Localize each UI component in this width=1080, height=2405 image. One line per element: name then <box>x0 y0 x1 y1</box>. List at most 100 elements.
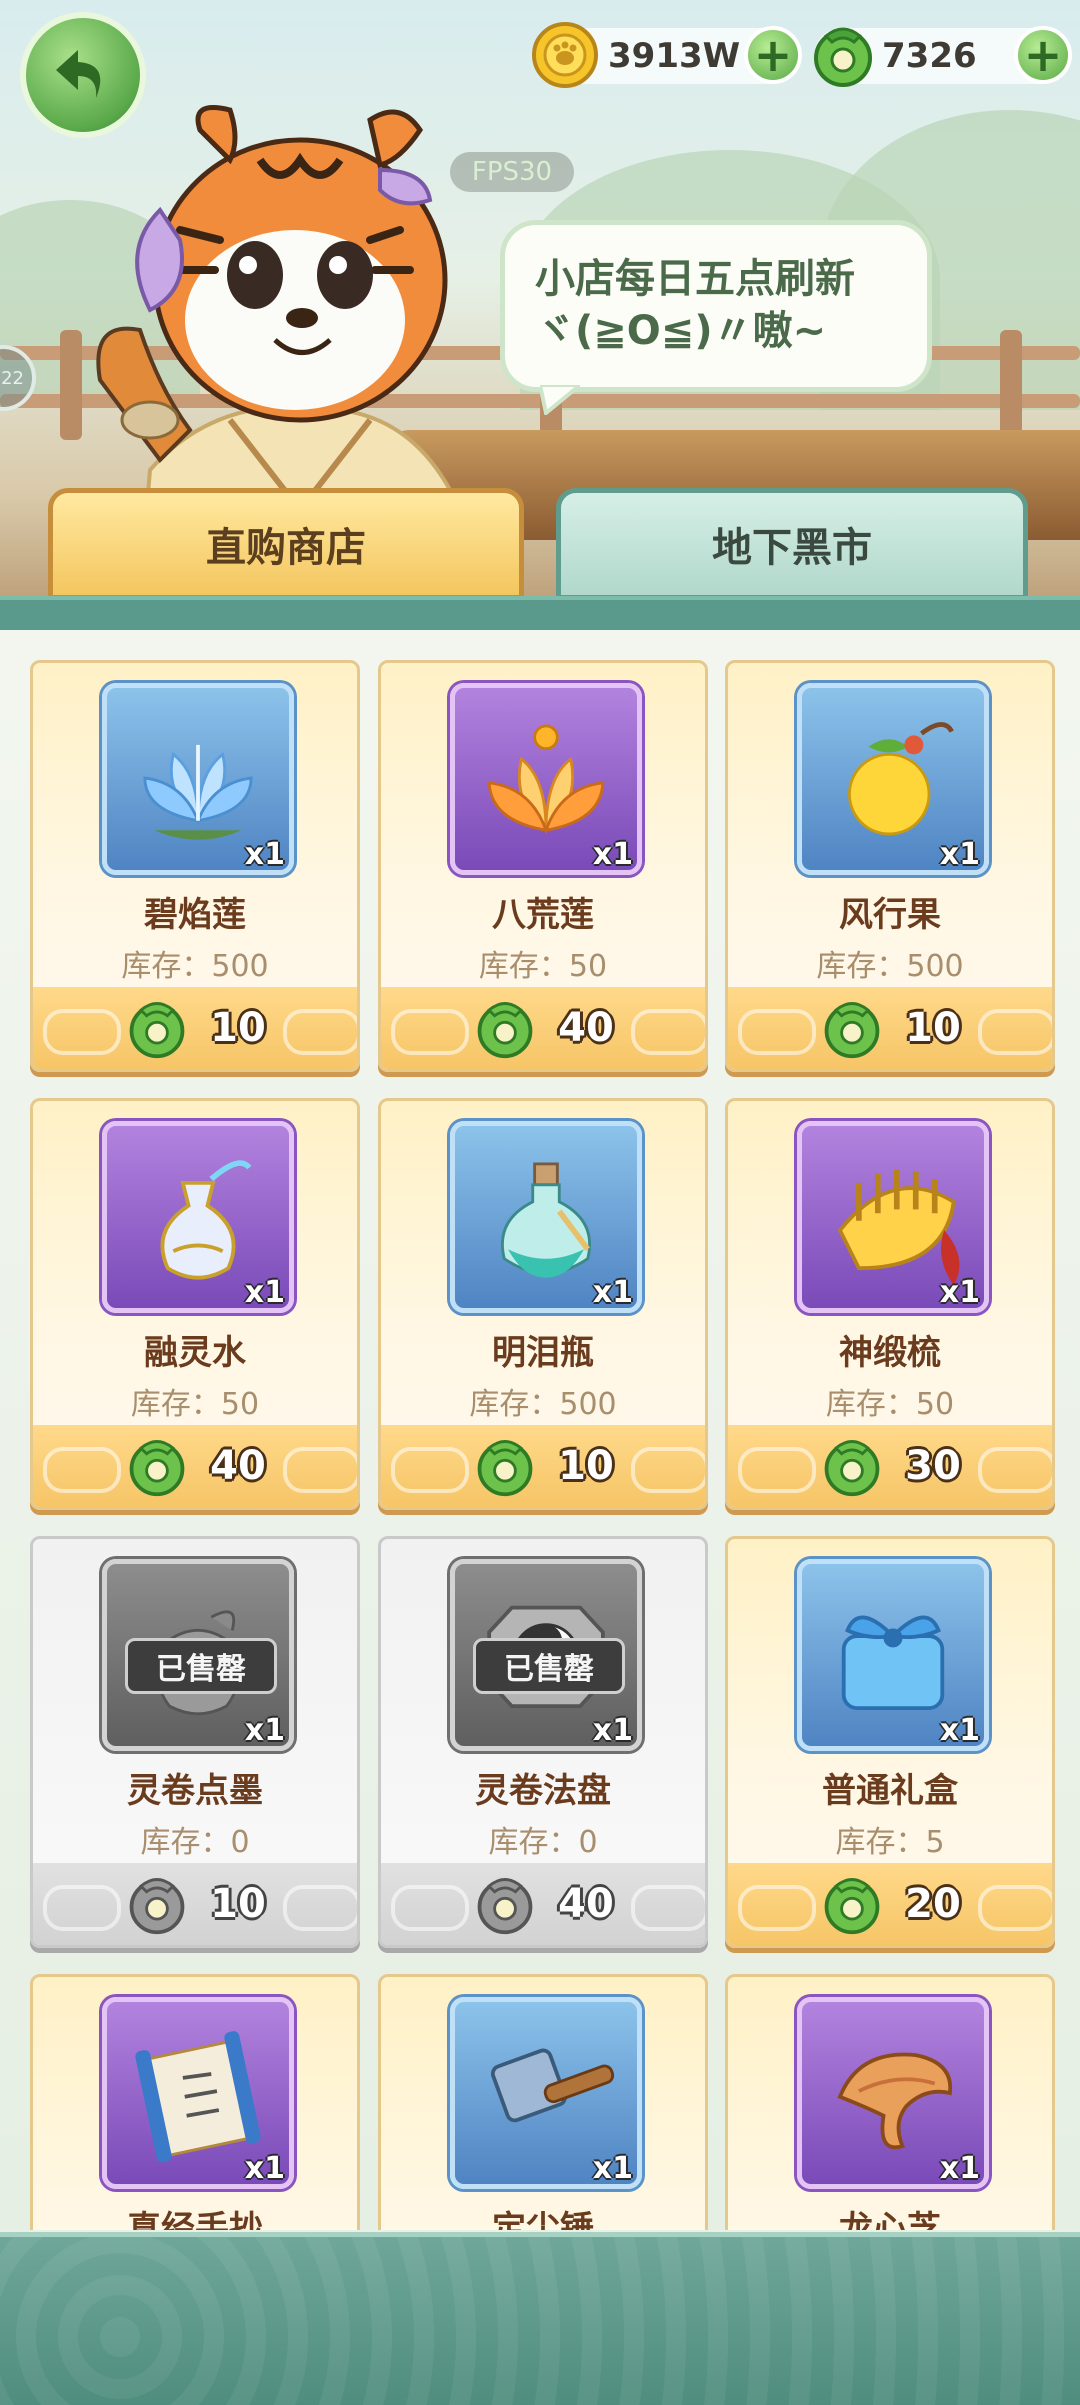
cloud-decoration <box>978 1447 1052 1493</box>
item-quantity: x1 <box>592 837 633 872</box>
item-stock: 库存：500 <box>469 1387 617 1422</box>
add-jade-button[interactable]: + <box>1014 26 1072 84</box>
item-name: 普通礼盒 <box>822 1771 958 1811</box>
fps-counter: FPS30 <box>450 152 574 192</box>
item-icon-frame: x1 <box>102 1997 294 2189</box>
item-icon-frame: x1 <box>797 1121 989 1313</box>
buy-button[interactable]: 10 <box>381 1425 705 1507</box>
item-quantity: x1 <box>939 1275 980 1310</box>
item-name: 真经手抄 <box>127 2209 263 2230</box>
back-arrow-icon <box>56 50 101 98</box>
item-icon-frame: x1 <box>797 1559 989 1751</box>
buy-button[interactable]: 10 <box>33 987 357 1069</box>
cloud-pattern <box>0 2237 1080 2405</box>
item-name: 明泪瓶 <box>492 1333 594 1373</box>
item-quantity: x1 <box>592 2151 633 2186</box>
jade-dragon-ring-icon <box>129 1002 185 1059</box>
item-price: 40 <box>558 1881 614 1927</box>
jade-currency-display: 7326 + <box>814 26 1072 87</box>
item-name: 龙心芝 <box>839 2209 941 2230</box>
buy-button[interactable]: 10 <box>33 1863 357 1945</box>
shop-item-card[interactable]: x1 碧焰莲 库存：500 10 <box>30 660 360 1072</box>
item-icon-frame: x1 <box>450 1997 642 2189</box>
item-icon-frame: 已售罄 x1 <box>450 1559 642 1751</box>
item-icon-frame: 已售罄 x1 <box>102 1559 294 1751</box>
shop-item-card[interactable]: x1 风行果 库存：500 10 <box>725 660 1055 1072</box>
back-button[interactable] <box>20 12 146 138</box>
item-name: 灵卷法盘 <box>475 1771 611 1811</box>
plus-icon: + <box>1023 28 1063 82</box>
jade-dragon-ring-icon <box>824 1878 880 1935</box>
item-price: 10 <box>210 1005 266 1051</box>
add-gold-button[interactable]: + <box>744 26 802 84</box>
shop-item-card[interactable]: x1 定尘锤 <box>378 1974 708 2230</box>
item-quantity: x1 <box>244 837 285 872</box>
item-icon-frame: x1 <box>102 683 294 875</box>
item-name: 八荒莲 <box>492 895 594 935</box>
item-stock: 库存：0 <box>488 1825 598 1860</box>
jade-dragon-ring-icon <box>477 1440 533 1497</box>
shop-item-card[interactable]: 已售罄 x1 灵卷法盘库存：0 40 <box>378 1536 708 1948</box>
item-icon-frame: x1 <box>797 683 989 875</box>
cloud-decoration <box>283 1447 357 1493</box>
buy-button[interactable]: 30 <box>728 1425 1052 1507</box>
cloud-decoration <box>738 1009 816 1055</box>
buy-button[interactable]: 40 <box>381 1863 705 1945</box>
speech-line-2: ヾ(≧O≦)〃嗷~ <box>535 308 827 354</box>
cloud-decoration <box>631 1447 705 1493</box>
bottom-decorative-bar <box>0 2232 1080 2405</box>
shop-item-card[interactable]: x1 八荒莲库存：50 40 <box>378 660 708 1072</box>
tab-black-market[interactable]: 地下黑市 <box>556 488 1028 600</box>
item-stock: 库存：50 <box>478 949 608 984</box>
tab-direct-shop[interactable]: 直购商店 <box>48 488 524 600</box>
item-name: 碧焰莲 <box>144 895 246 935</box>
buy-button[interactable]: 20 <box>728 1863 1052 1945</box>
item-quantity: x1 <box>244 1713 285 1748</box>
cloud-decoration <box>283 1009 357 1055</box>
item-stock: 库存：5 <box>835 1825 945 1860</box>
item-name: 灵卷点墨 <box>127 1771 263 1811</box>
item-stock: 库存：50 <box>130 1387 260 1422</box>
item-quantity: x1 <box>244 2151 285 2186</box>
item-quantity: x1 <box>939 2151 980 2186</box>
cloud-decoration <box>738 1885 816 1931</box>
item-icon-frame: x1 <box>450 683 642 875</box>
cloud-decoration <box>978 1885 1052 1931</box>
jade-dragon-ring-icon <box>824 1002 880 1059</box>
fps-label: FPS30 <box>471 157 553 187</box>
item-name: 风行果 <box>839 895 941 935</box>
cloud-decoration <box>391 1885 469 1931</box>
cloud-decoration <box>283 1885 357 1931</box>
item-price: 10 <box>905 1005 961 1051</box>
buy-button[interactable]: 40 <box>381 987 705 1069</box>
jade-currency-value: 7326 <box>882 36 977 76</box>
shop-item-card[interactable]: x1 神缎梳 库存：50 30 <box>725 1098 1055 1510</box>
item-price: 10 <box>558 1443 614 1489</box>
cloud-decoration <box>391 1009 469 1055</box>
item-quantity: x1 <box>939 837 980 872</box>
speech-line-1: 小店每日五点刷新 <box>535 256 855 302</box>
buy-button[interactable]: 10 <box>728 987 1052 1069</box>
item-price: 30 <box>905 1443 961 1489</box>
side-tab-label: 22 <box>1 367 24 389</box>
cloud-decoration <box>43 1885 121 1931</box>
shop-item-card[interactable]: x1 真经手抄 <box>30 1974 360 2230</box>
jade-dragon-ring-icon <box>129 1878 185 1935</box>
shop-item-card[interactable]: x1 明泪瓶库存：500 10 <box>378 1098 708 1510</box>
shop-item-card[interactable]: x1 普通礼盒库存：5 20 <box>725 1536 1055 1948</box>
cloud-decoration <box>391 1447 469 1493</box>
tab-label: 直购商店 <box>206 525 366 571</box>
shop-item-card[interactable]: x1 龙心芝 <box>725 1974 1055 2230</box>
shopkeeper-speech-bubble: 小店每日五点刷新 ヾ(≧O≦)〃嗷~ <box>500 220 932 392</box>
shop-item-card[interactable]: x1 融灵水 库存：50 40 <box>30 1098 360 1510</box>
shop-item-card[interactable]: 已售罄 x1 灵卷点墨 库存：0 10 <box>30 1536 360 1948</box>
item-quantity: x1 <box>244 1275 285 1310</box>
item-icon-frame: x1 <box>450 1121 642 1313</box>
tab-shelf-divider <box>0 596 1080 634</box>
cloud-decoration <box>978 1009 1052 1055</box>
item-name: 神缎梳 <box>839 1333 941 1373</box>
buy-button[interactable]: 40 <box>33 1425 357 1507</box>
plus-icon: + <box>753 28 793 82</box>
cloud-decoration <box>43 1447 121 1493</box>
jade-dragon-ring-icon <box>477 1878 533 1935</box>
